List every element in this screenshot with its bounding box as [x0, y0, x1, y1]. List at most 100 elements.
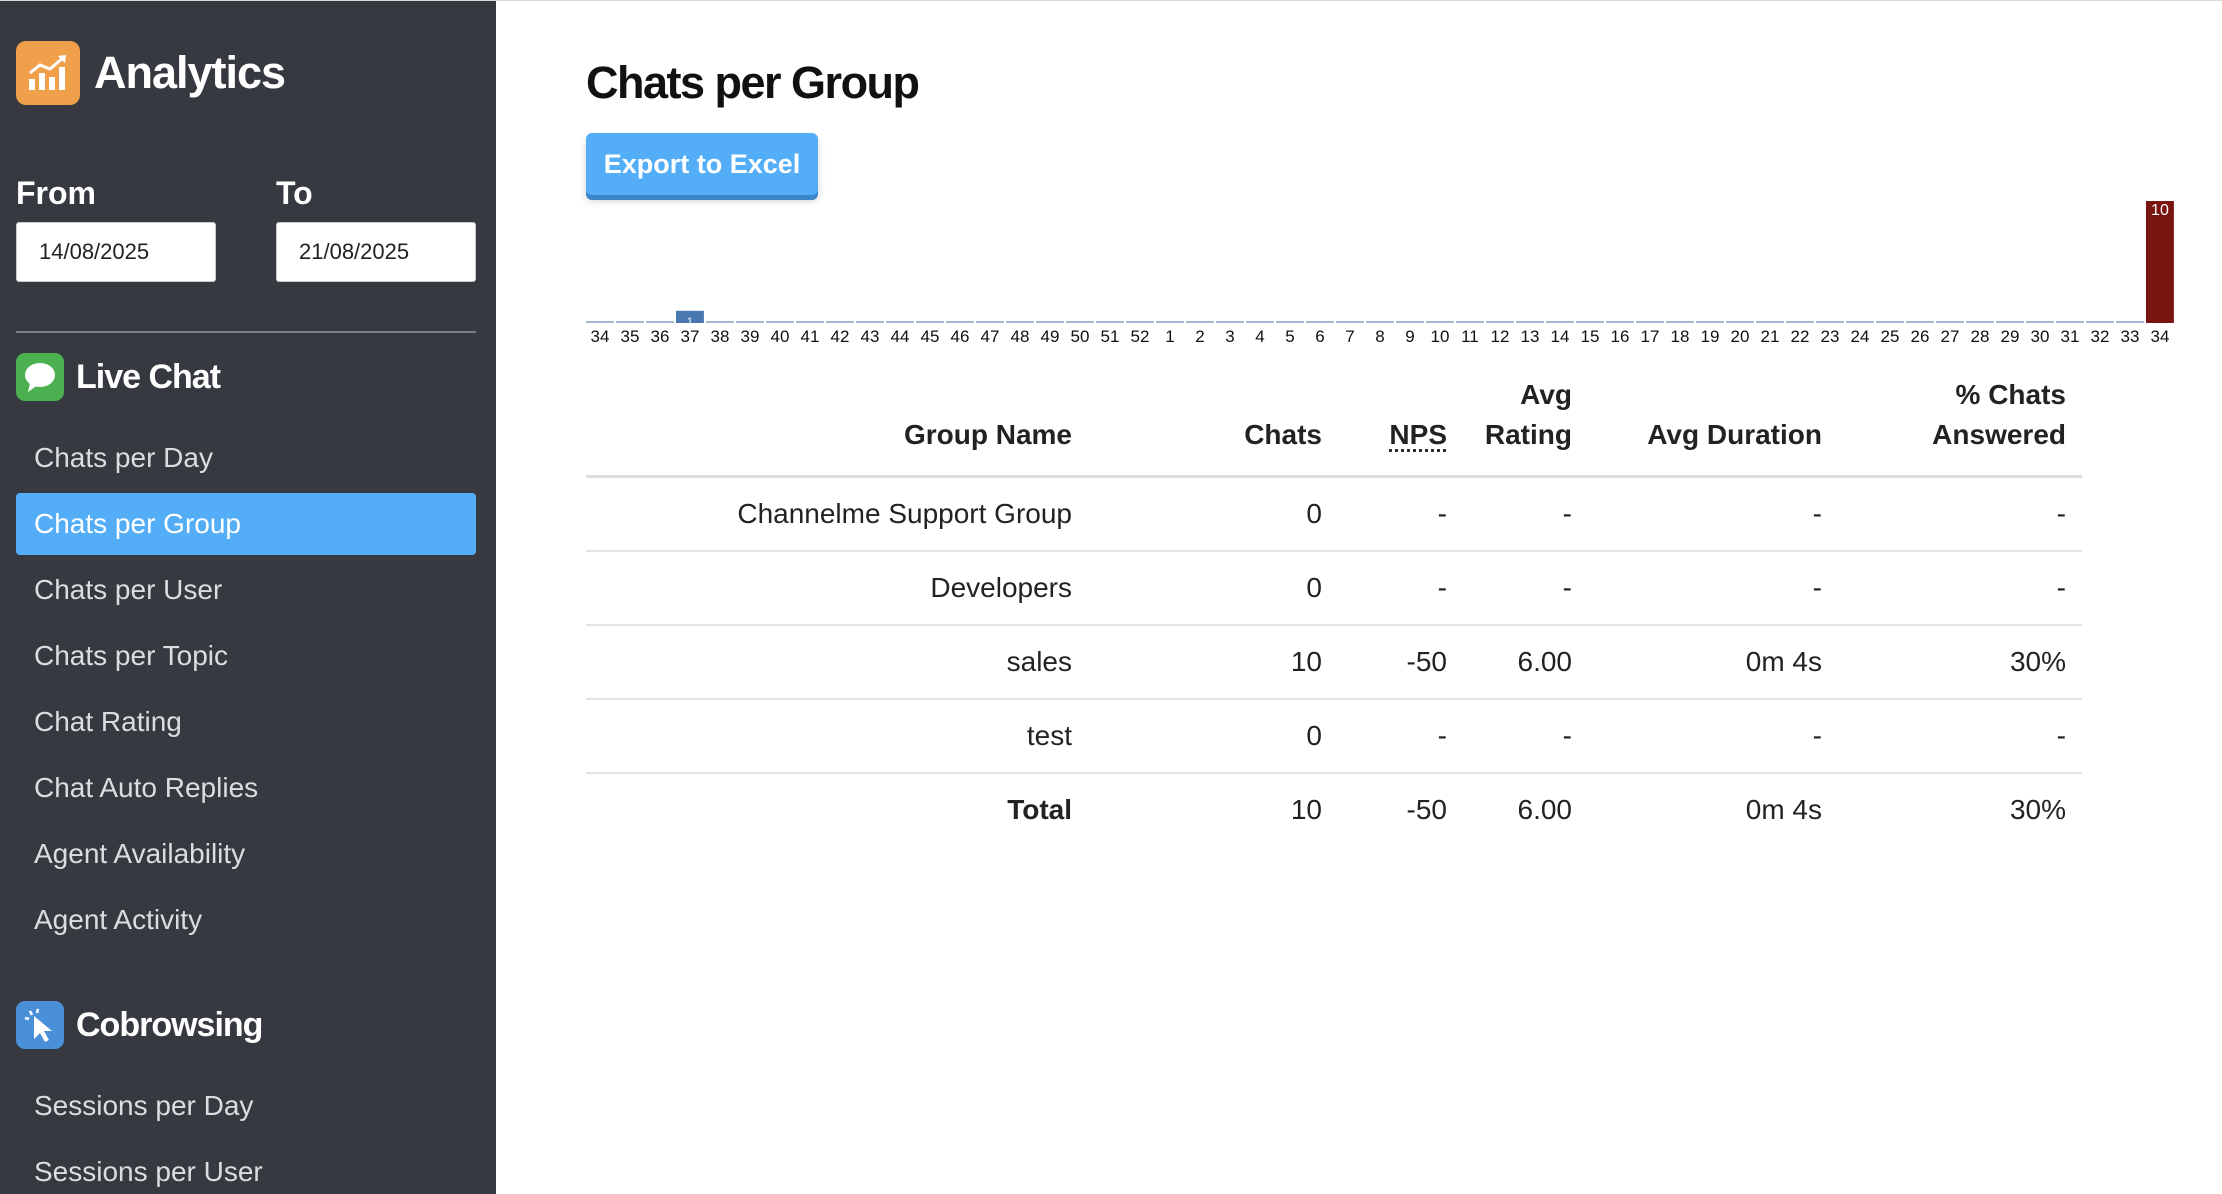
chart-bar[interactable] [766, 321, 794, 323]
chart-bar[interactable] [1936, 321, 1964, 323]
chart-bar[interactable] [856, 321, 884, 323]
chart-x-tick-label: 34 [2150, 327, 2169, 346]
export-to-excel-button[interactable]: Export to Excel [586, 133, 818, 195]
col-header-chats[interactable]: Chats [1088, 375, 1338, 477]
chart-bar[interactable] [706, 321, 734, 323]
chart-x-tick-label: 50 [1070, 327, 1089, 346]
chart-bar[interactable] [1456, 321, 1484, 323]
chart-x-tick-label: 39 [740, 327, 759, 346]
chart-bar[interactable] [1696, 321, 1724, 323]
chart-bar[interactable] [1726, 321, 1754, 323]
cell-nps: - [1338, 699, 1463, 773]
cell-nps: - [1338, 551, 1463, 625]
chart-bar[interactable] [1906, 321, 1934, 323]
chart-bar[interactable] [1816, 321, 1844, 323]
chart-bar[interactable] [1996, 321, 2024, 323]
chart-bar[interactable] [736, 321, 764, 323]
chart-bar[interactable] [1066, 321, 1094, 323]
sidebar-divider [16, 331, 476, 333]
chart-data-label: 10 [2151, 202, 2169, 219]
chart-bar[interactable] [976, 321, 1004, 323]
chart-bar[interactable] [1246, 321, 1274, 323]
chart-bar[interactable] [1966, 321, 1994, 323]
chart-x-tick-label: 10 [1430, 327, 1449, 346]
chart-bar[interactable] [1876, 321, 1904, 323]
chart-bar[interactable] [1036, 321, 1064, 323]
nav-item-chat-rating[interactable]: Chat Rating [16, 691, 476, 753]
chart-bar[interactable] [1156, 321, 1184, 323]
chart-bar[interactable] [1606, 321, 1634, 323]
chart-bar[interactable] [1576, 321, 1604, 323]
chart-x-tick-label: 47 [980, 327, 999, 346]
nav-item-chats-per-topic[interactable]: Chats per Topic [16, 625, 476, 687]
cell-total-label: Total [586, 773, 1088, 847]
cell-chats: 0 [1088, 477, 1338, 551]
chart-bar[interactable] [2026, 321, 2054, 323]
chart-bar[interactable] [1546, 321, 1574, 323]
chart-bar[interactable] [946, 321, 974, 323]
chart-bar[interactable] [2056, 321, 2084, 323]
chart-bar[interactable] [1426, 321, 1454, 323]
cell-chats-answered: - [1838, 477, 2082, 551]
chart-bar[interactable] [1396, 321, 1424, 323]
chart-bar[interactable] [1306, 321, 1334, 323]
nav-item-sessions-per-day[interactable]: Sessions per Day [16, 1075, 476, 1137]
chart-x-tick-label: 23 [1820, 327, 1839, 346]
chart-bar[interactable] [1516, 321, 1544, 323]
col-header-avg-rating[interactable]: Avg Rating [1463, 375, 1588, 477]
chart-bar[interactable] [1366, 321, 1394, 323]
chart-x-tick-label: 24 [1850, 327, 1869, 346]
chart-bar[interactable] [2116, 321, 2144, 323]
chart-bar[interactable] [1846, 321, 1874, 323]
chart-x-tick-label: 35 [620, 327, 639, 346]
from-date-input[interactable] [16, 222, 216, 282]
chart-bar[interactable] [1666, 321, 1694, 323]
chart-bar[interactable] [1486, 321, 1514, 323]
chart-bar[interactable] [1006, 321, 1034, 323]
cobrowsing-nav: Sessions per Day Sessions per User [16, 1075, 476, 1194]
col-header-nps[interactable]: NPS [1338, 375, 1463, 477]
nav-item-chat-auto-replies[interactable]: Chat Auto Replies [16, 757, 476, 819]
chart-x-tick-label: 31 [2060, 327, 2079, 346]
chart-bar[interactable] [616, 321, 644, 323]
chart-bar[interactable] [2146, 201, 2174, 323]
live-chat-nav: Chats per Day Chats per Group Chats per … [16, 427, 476, 955]
chart-bar[interactable] [796, 321, 824, 323]
table-row: sales 10 -50 6.00 0m 4s 30% [586, 625, 2082, 699]
chart-bar[interactable] [1756, 321, 1784, 323]
chart-bar[interactable] [1336, 321, 1364, 323]
col-header-group-name[interactable]: Group Name [586, 375, 1088, 477]
chart-bar[interactable] [1636, 321, 1664, 323]
chart-bar[interactable] [1276, 321, 1304, 323]
chart-bar[interactable] [826, 321, 854, 323]
chart-bar[interactable] [1096, 321, 1124, 323]
col-header-avg-duration[interactable]: Avg Duration [1588, 375, 1838, 477]
chart-x-tick-label: 13 [1520, 327, 1539, 346]
chart-bar[interactable] [886, 321, 914, 323]
chart-x-tick-label: 28 [1970, 327, 1989, 346]
cell-total-nps: -50 [1338, 773, 1463, 847]
chart-bar[interactable] [2086, 321, 2114, 323]
table-row: Developers 0 - - - - [586, 551, 2082, 625]
to-date-input[interactable] [276, 222, 476, 282]
nav-item-agent-activity[interactable]: Agent Activity [16, 889, 476, 951]
nav-item-chats-per-day[interactable]: Chats per Day [16, 427, 476, 489]
chart-x-tick-label: 5 [1285, 327, 1294, 346]
chart-bar[interactable] [916, 321, 944, 323]
nav-item-sessions-per-user[interactable]: Sessions per User [16, 1141, 476, 1194]
cell-chats-answered: - [1838, 699, 2082, 773]
chat-bubble-icon [16, 353, 64, 401]
cell-chats-answered: 30% [1838, 625, 2082, 699]
nav-item-chats-per-user[interactable]: Chats per User [16, 559, 476, 621]
chart-bar[interactable] [1216, 321, 1244, 323]
chart-bar[interactable] [646, 321, 674, 323]
chart-bar[interactable] [1186, 321, 1214, 323]
chart-bar[interactable] [1126, 321, 1154, 323]
chart-bar[interactable] [1786, 321, 1814, 323]
cell-total-avg-rating: 6.00 [1463, 773, 1588, 847]
col-header-chats-answered[interactable]: % Chats Answered [1838, 375, 2082, 477]
chart-bar[interactable] [586, 321, 614, 323]
chart-x-tick-label: 11 [1461, 327, 1479, 346]
nav-item-chats-per-group[interactable]: Chats per Group [16, 493, 476, 555]
nav-item-agent-availability[interactable]: Agent Availability [16, 823, 476, 885]
